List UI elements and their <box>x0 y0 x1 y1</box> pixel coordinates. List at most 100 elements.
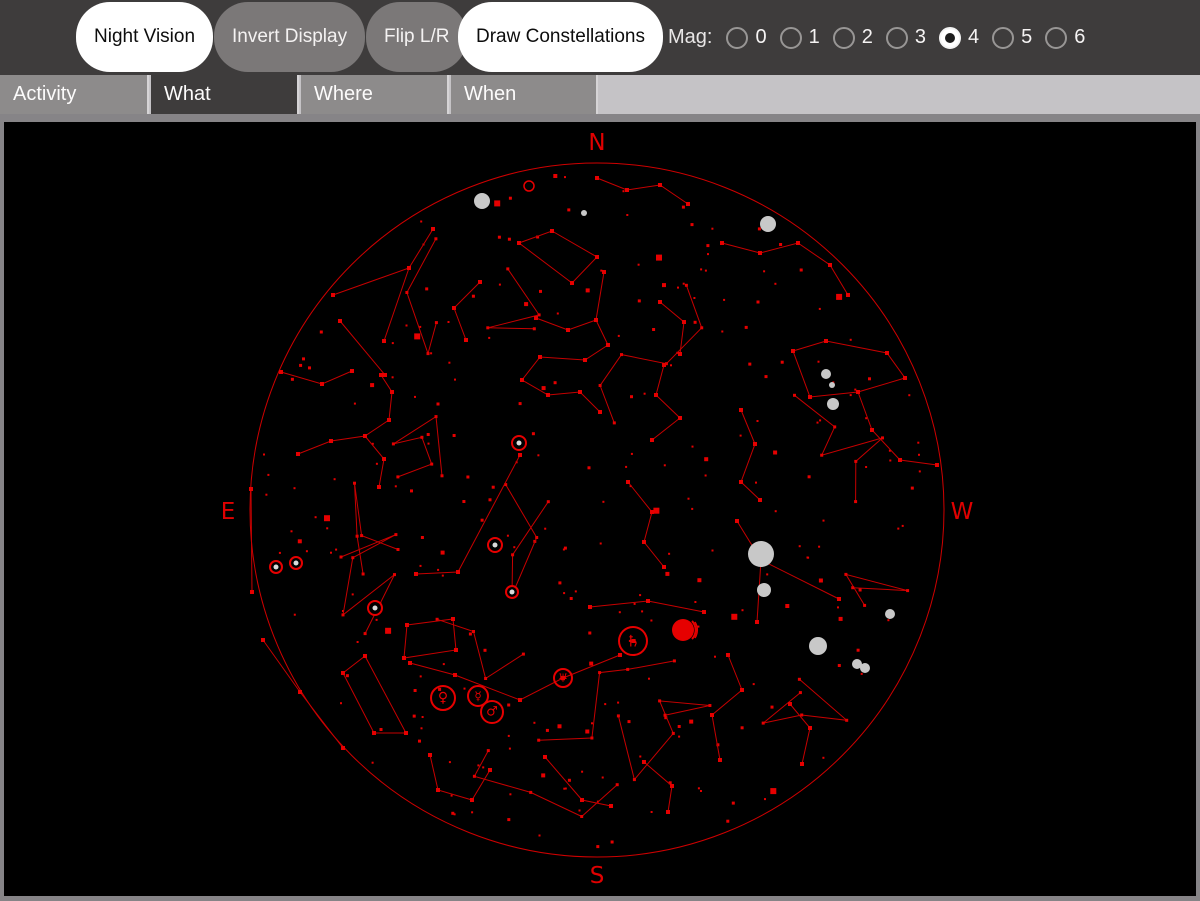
radio-icon[interactable] <box>938 26 961 49</box>
star <box>453 673 457 677</box>
star <box>856 648 860 652</box>
star <box>581 770 584 773</box>
star <box>816 421 819 424</box>
star <box>656 254 662 261</box>
star <box>588 605 592 609</box>
radio-icon[interactable] <box>779 26 802 49</box>
star <box>405 291 409 294</box>
star <box>711 549 714 552</box>
star <box>569 597 573 600</box>
star <box>707 253 709 256</box>
star <box>462 500 466 503</box>
star <box>570 281 574 285</box>
mag-radio-6[interactable]: 6 <box>1045 26 1085 49</box>
tab-when[interactable]: When <box>451 75 598 114</box>
star <box>753 442 757 446</box>
constellation-line <box>453 281 481 341</box>
star <box>324 515 330 522</box>
tab-activity[interactable]: Activity <box>0 75 149 114</box>
star <box>807 475 811 479</box>
star <box>314 516 317 519</box>
tab-what[interactable]: What <box>151 75 299 114</box>
star <box>652 328 656 331</box>
star <box>606 343 610 347</box>
star <box>822 756 825 759</box>
star <box>720 241 724 245</box>
gray-object <box>760 216 776 232</box>
star <box>798 691 802 695</box>
mag-radio-1[interactable]: 1 <box>779 26 820 49</box>
radio-icon[interactable] <box>1045 26 1068 49</box>
gray-object <box>885 609 895 619</box>
star <box>450 794 453 797</box>
uranus-symbol-icon: ♅ <box>558 672 568 685</box>
star <box>330 551 332 554</box>
radio-icon[interactable] <box>726 26 749 49</box>
star <box>837 664 841 667</box>
star <box>471 811 474 814</box>
star <box>650 438 654 442</box>
radio-icon[interactable] <box>885 26 908 49</box>
mag-radio-3[interactable]: 3 <box>885 26 926 49</box>
star <box>486 326 490 330</box>
star <box>845 718 849 722</box>
star <box>641 610 644 613</box>
constellation-line <box>406 238 437 356</box>
star <box>639 755 642 758</box>
star <box>436 788 440 792</box>
star <box>599 542 602 545</box>
star <box>849 338 852 341</box>
star <box>637 299 641 303</box>
star <box>618 653 622 657</box>
star <box>700 790 702 792</box>
flip-lr-button[interactable]: Flip L/R <box>366 2 468 72</box>
draw-constellations-button[interactable]: Draw Constellations <box>458 2 663 72</box>
star <box>383 373 387 377</box>
star <box>748 362 752 366</box>
sky-chart[interactable]: ♄ ♀ ☿ ♂ ♅ N S E W <box>4 122 1196 896</box>
star <box>706 244 710 248</box>
star <box>488 336 491 339</box>
star <box>739 408 743 412</box>
star <box>908 394 911 397</box>
star <box>420 435 424 439</box>
constellation-line <box>342 655 407 734</box>
star <box>735 519 739 523</box>
mag-radio-label: 5 <box>1021 26 1033 48</box>
star <box>658 183 662 187</box>
star <box>587 466 591 470</box>
mag-radio-0[interactable]: 0 <box>726 26 767 49</box>
star <box>371 761 374 764</box>
mag-radio-2[interactable]: 2 <box>832 26 873 49</box>
radio-icon[interactable] <box>992 26 1015 49</box>
star <box>663 464 666 467</box>
star <box>639 594 642 597</box>
star <box>326 527 329 530</box>
mag-radio-5[interactable]: 5 <box>992 26 1032 49</box>
star <box>671 731 675 735</box>
invert-display-button[interactable]: Invert Display <box>214 2 366 72</box>
star <box>788 702 792 706</box>
radio-icon[interactable] <box>832 26 855 49</box>
star <box>744 325 748 329</box>
tab-where[interactable]: Where <box>301 75 449 114</box>
star <box>333 478 336 481</box>
mag-radio-label: 4 <box>967 26 980 48</box>
night-vision-button[interactable]: Night Vision <box>76 2 214 72</box>
star <box>518 698 522 702</box>
star <box>267 473 270 476</box>
star <box>617 701 620 704</box>
star <box>598 410 602 414</box>
constellation-line <box>383 267 410 342</box>
star <box>630 395 633 399</box>
star <box>506 267 510 271</box>
mag-radio-4[interactable]: 4 <box>938 26 980 49</box>
star <box>637 263 640 266</box>
star <box>356 641 359 643</box>
star <box>390 390 394 394</box>
star <box>714 655 716 658</box>
star <box>740 726 744 730</box>
star <box>355 534 359 538</box>
star <box>678 735 681 738</box>
star <box>622 190 625 193</box>
